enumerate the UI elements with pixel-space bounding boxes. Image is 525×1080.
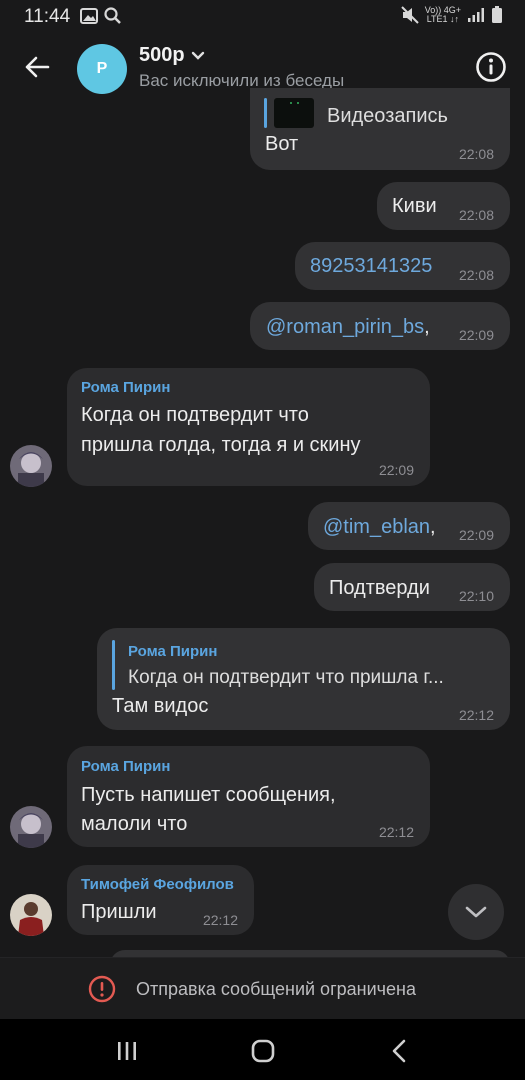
message-text-line2: малоли что xyxy=(81,813,188,835)
network-indicator: Vo)) 4G+ LTE1 ↓↑ xyxy=(425,6,461,24)
search-notification-icon xyxy=(104,7,121,24)
reply-quote-text: Когда он подтвердит что пришла г... xyxy=(128,667,444,688)
message-text: Киви xyxy=(392,195,437,217)
message-time: 22:08 xyxy=(458,267,494,283)
sender-name[interactable]: Тимофей Феофилов xyxy=(81,876,234,893)
message-time: 22:12 xyxy=(378,824,414,840)
message-text: Подтверди xyxy=(329,577,430,599)
status-right-icons: Vo)) 4G+ LTE1 ↓↑ xyxy=(401,6,503,24)
message-bubble-reply[interactable]: Рома Пирин Когда он подтвердит что пришл… xyxy=(97,628,510,730)
reply-video-label: Видеозапись xyxy=(327,105,448,127)
message-bubble-incoming[interactable]: Тимофей Феофилов Пришли 22:12 xyxy=(67,865,254,935)
message-bubble[interactable]: Подтверди 22:10 xyxy=(314,563,510,611)
mute-icon xyxy=(401,6,419,24)
back-button[interactable] xyxy=(20,50,54,84)
chat-screen: 11:44 Vo)) 4G+ LTE1 ↓↑ P 500р Вас исключ… xyxy=(0,0,525,1080)
mention-link[interactable]: @tim_eblan xyxy=(323,516,430,538)
chat-avatar-letter: P xyxy=(96,60,108,77)
exclamation-circle-icon xyxy=(88,975,116,1003)
signal-icon xyxy=(468,8,484,22)
reply-sender-name: Рома Пирин xyxy=(128,643,218,660)
info-circle-icon[interactable] xyxy=(475,51,507,83)
mention-suffix: , xyxy=(430,516,436,538)
home-icon[interactable] xyxy=(248,1036,278,1066)
message-text: Там видос xyxy=(112,695,209,717)
chevron-down-icon xyxy=(465,906,487,918)
message-bubble-video[interactable]: Видеозапись Вот 22:08 xyxy=(250,88,510,170)
sender-name[interactable]: Рома Пирин xyxy=(81,758,170,775)
mention-suffix: , xyxy=(424,316,430,338)
reply-bar xyxy=(112,640,115,690)
status-left-icons xyxy=(80,7,122,25)
message-text: Вот xyxy=(265,133,299,155)
gallery-notification-icon xyxy=(80,8,98,24)
mention-link[interactable]: @roman_pirin_bs xyxy=(266,316,424,338)
chat-avatar[interactable]: P xyxy=(77,44,127,94)
sender-name[interactable]: Рома Пирин xyxy=(81,379,170,396)
battery-icon xyxy=(492,6,502,23)
message-text-line1: Пусть напишет сообщения, xyxy=(81,784,336,806)
chat-title[interactable]: 500р xyxy=(139,44,205,67)
restriction-text: Отправка сообщений ограничена xyxy=(136,979,416,999)
message-bubble-mention[interactable]: @tim_eblan, 22:09 xyxy=(308,502,510,550)
message-time: 22:09 xyxy=(378,462,414,478)
avatar-roma[interactable] xyxy=(10,445,52,487)
messaging-restricted-bar: Отправка сообщений ограничена xyxy=(0,957,525,1019)
status-bar: 11:44 Vo)) 4G+ LTE1 ↓↑ xyxy=(0,0,525,34)
scroll-down-button[interactable] xyxy=(448,884,504,940)
avatar-timofey-image xyxy=(10,894,52,936)
phone-link[interactable]: 89253141325 xyxy=(310,255,432,278)
avatar-roma[interactable] xyxy=(10,806,52,848)
message-time: 22:09 xyxy=(458,327,494,343)
system-nav-bar xyxy=(0,1019,525,1080)
status-time: 11:44 xyxy=(24,6,71,27)
message-time: 22:10 xyxy=(458,588,494,604)
message-time: 22:12 xyxy=(202,912,238,928)
message-bubble-mention[interactable]: @roman_pirin_bs, 22:09 xyxy=(250,302,510,350)
recents-icon[interactable] xyxy=(112,1036,142,1066)
message-time: 22:12 xyxy=(458,707,494,723)
network-bottom-label: LTE1 ↓↑ xyxy=(426,14,460,24)
nav-back-icon[interactable] xyxy=(385,1036,415,1066)
avatar-timofey[interactable] xyxy=(10,894,52,936)
mention-line: @tim_eblan, xyxy=(323,516,436,539)
message-bubble-phone[interactable]: 89253141325 22:08 xyxy=(295,242,510,290)
chat-title-text: 500р xyxy=(139,44,185,66)
message-time: 22:08 xyxy=(458,207,494,223)
video-thumbnail[interactable] xyxy=(274,98,314,128)
chevron-down-icon xyxy=(191,51,204,60)
message-text-line1: Когда он подтвердит что xyxy=(81,404,309,426)
message-time: 22:09 xyxy=(458,527,494,543)
message-time: 22:08 xyxy=(458,146,494,162)
message-bubble[interactable]: Киви 22:08 xyxy=(377,182,510,230)
avatar-roma-image xyxy=(10,806,52,848)
message-bubble-incoming[interactable]: Рома Пирин Пусть напишет сообщения, мало… xyxy=(67,746,430,847)
arrow-left-icon xyxy=(25,56,50,78)
message-text: Пришли xyxy=(81,901,157,923)
reply-bar xyxy=(264,98,267,128)
message-bubble-incoming[interactable]: Рома Пирин Когда он подтвердит что пришл… xyxy=(67,368,430,486)
mention-line: @roman_pirin_bs, xyxy=(266,316,430,339)
message-text-line2: пришла голда, тогда я и скину xyxy=(81,434,361,456)
avatar-roma-image xyxy=(10,445,52,487)
